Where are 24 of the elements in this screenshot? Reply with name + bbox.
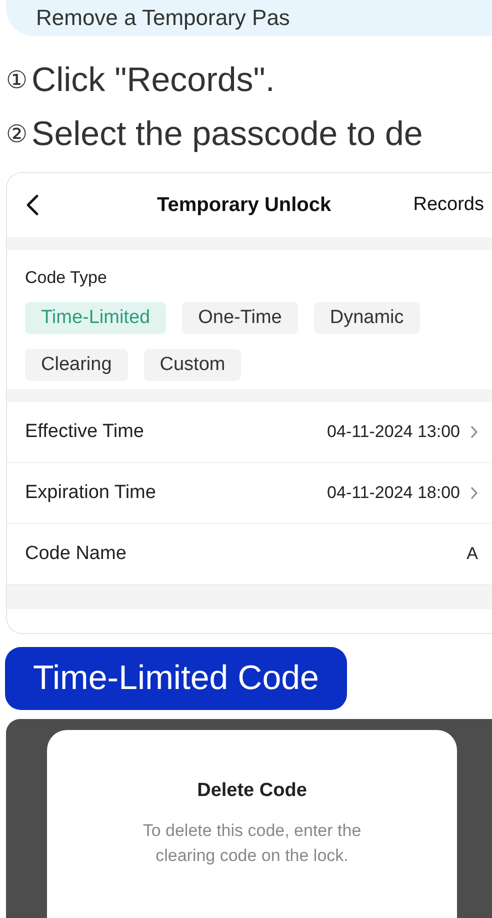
step-number: ② [6, 120, 28, 148]
field-value[interactable]: 04-11-2024 13:00 [327, 422, 460, 442]
code-type-label: Code Type [25, 268, 108, 288]
screen-title: Temporary Unlock [157, 194, 332, 216]
back-icon[interactable] [25, 194, 39, 216]
dialog-title: Delete Code [196, 780, 308, 802]
code-type-option[interactable]: Clearing [25, 349, 128, 381]
step-text: Select the passcode to de [32, 114, 423, 154]
chevron-right-icon [470, 486, 478, 500]
field-value[interactable]: 04-11-2024 18:00 [327, 483, 460, 503]
field-label: Code Name [25, 543, 126, 565]
step-text: Click "Records". [32, 60, 275, 100]
step-number: ① [6, 66, 28, 94]
code-type-option[interactable]: Dynamic [314, 302, 420, 334]
field-label: Expiration Time [25, 482, 156, 504]
dialog-message: To delete this code, enter the clearing code on the lock. [142, 820, 362, 867]
code-type-option[interactable]: Custom [144, 349, 242, 381]
caption-label: Time-Limited Code [5, 647, 347, 710]
field-value: A [466, 544, 478, 564]
field-label: Effective Time [25, 421, 144, 443]
records-link[interactable]: Records [413, 194, 484, 216]
banner-title: Remove a Temporary Pas [36, 5, 290, 31]
chevron-right-icon [470, 425, 478, 439]
code-type-option[interactable]: One-Time [182, 302, 298, 334]
